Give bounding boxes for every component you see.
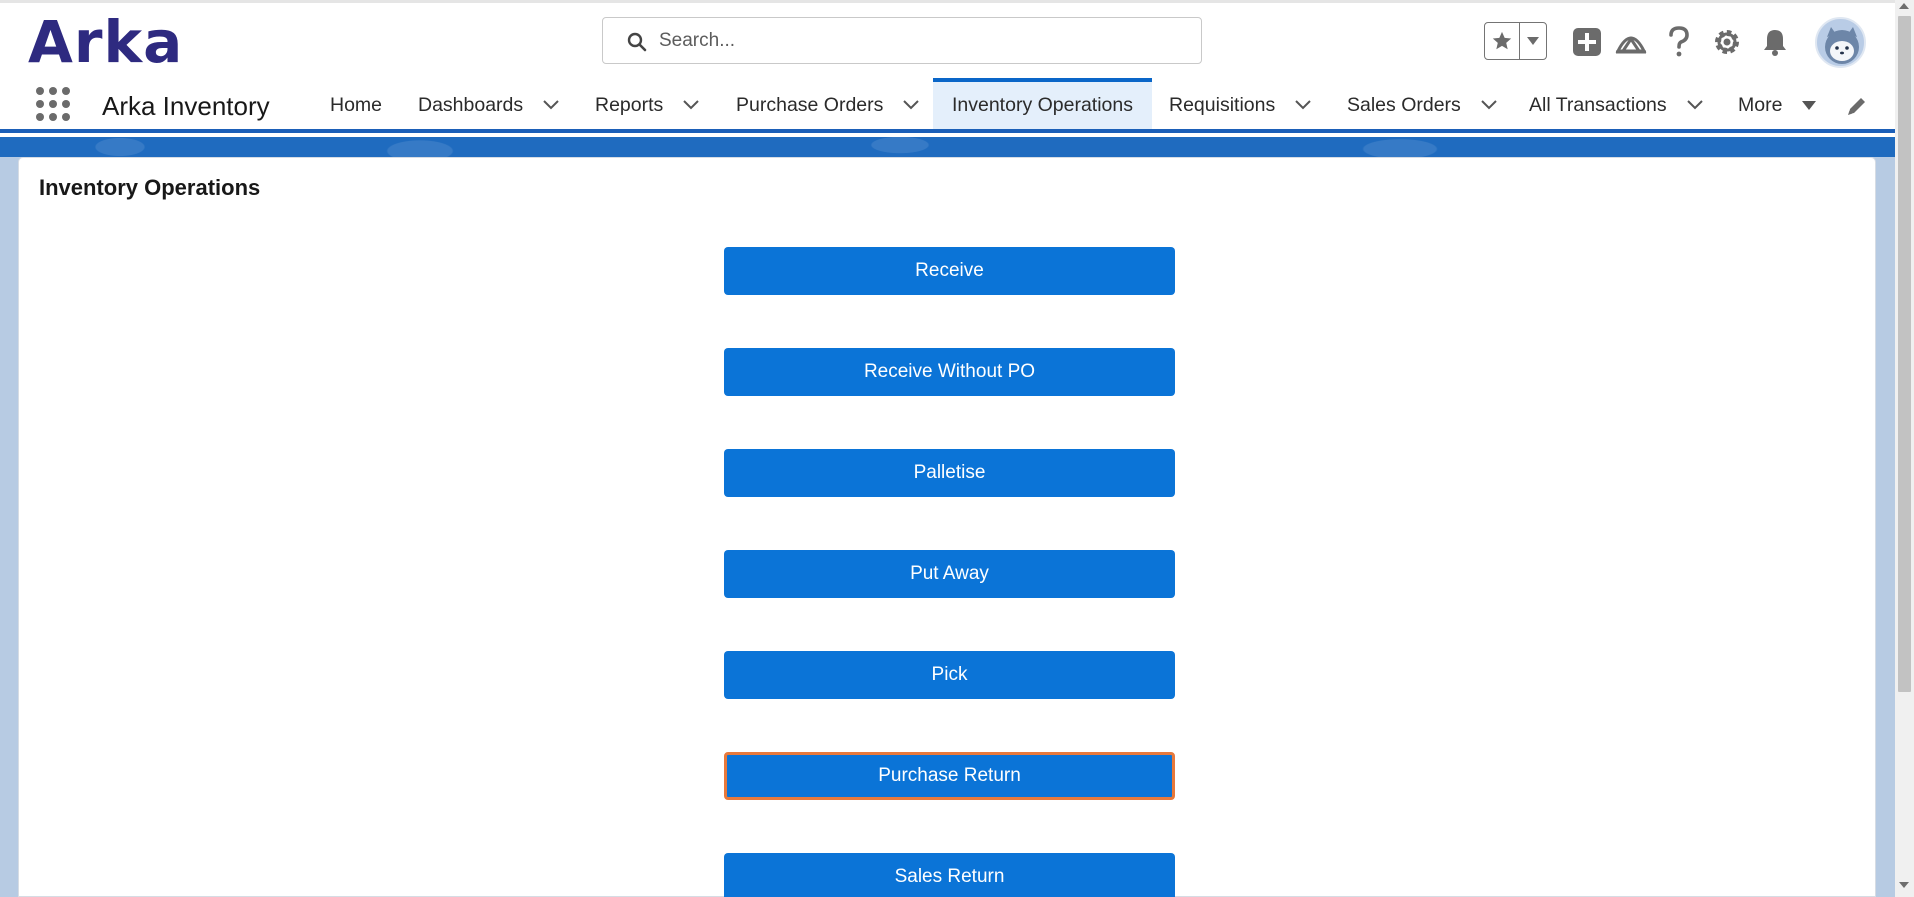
search-input[interactable] <box>659 26 1179 55</box>
nav-item-reports[interactable]: Reports <box>595 81 699 129</box>
chevron-down-icon[interactable] <box>903 100 920 110</box>
search-icon <box>627 32 647 52</box>
favorites-star-icon[interactable] <box>1485 23 1521 59</box>
chevron-down-icon[interactable] <box>1481 100 1497 110</box>
chevron-down-icon[interactable] <box>1686 100 1703 110</box>
nav-item-sales-orders[interactable]: Sales Orders <box>1347 81 1497 129</box>
nav-item-label: Home <box>330 93 383 116</box>
nav-item-requisitions[interactable]: Requisitions <box>1169 81 1311 129</box>
nav-item-label: Reports <box>595 93 664 116</box>
nav-item-label: Purchase Orders <box>736 93 884 116</box>
nav-item-home[interactable]: Home <box>330 81 382 129</box>
caret-down-icon[interactable] <box>1802 100 1817 110</box>
page-scrollbar[interactable] <box>1895 0 1914 897</box>
app-launcher-icon[interactable] <box>36 87 70 121</box>
nav-item-label: Dashboards <box>418 93 524 116</box>
page-title: Inventory Operations <box>39 175 261 200</box>
help-icon[interactable] <box>1662 25 1696 59</box>
inventory-operations-card: Inventory Operations Receive Receive Wit… <box>18 157 1876 897</box>
favorites-group <box>1484 22 1547 60</box>
notifications-bell-icon[interactable] <box>1758 25 1792 59</box>
arka-logo[interactable]: Arka <box>28 11 183 73</box>
palletise-button[interactable]: Palletise <box>724 449 1175 497</box>
nav-item-label: Inventory Operations <box>951 94 1133 116</box>
edit-nav-pencil-icon[interactable] <box>1846 95 1868 122</box>
purchase-return-button[interactable]: Purchase Return <box>724 752 1175 800</box>
pick-button[interactable]: Pick <box>724 651 1175 699</box>
nav-item-label: All Transactions <box>1529 93 1667 116</box>
app-name: Arka Inventory <box>102 91 270 121</box>
user-avatar[interactable] <box>1815 17 1866 68</box>
receive-button[interactable]: Receive <box>724 247 1175 295</box>
chevron-down-icon[interactable] <box>543 100 559 110</box>
nav-item-label: More <box>1738 93 1783 116</box>
favorites-dropdown-icon[interactable] <box>1520 23 1546 59</box>
scrollbar-thumb[interactable] <box>1898 16 1911 692</box>
chevron-down-icon[interactable] <box>683 100 699 110</box>
nav-item-label: Sales Orders <box>1347 93 1461 116</box>
trailhead-icon[interactable] <box>1614 25 1648 59</box>
chevron-down-icon[interactable] <box>1295 100 1311 110</box>
scroll-down-arrow-icon[interactable] <box>1899 882 1909 888</box>
setup-gear-icon[interactable] <box>1710 25 1744 59</box>
global-add-icon[interactable] <box>1570 25 1604 59</box>
sales-return-button[interactable]: Sales Return <box>724 853 1175 897</box>
put-away-button[interactable]: Put Away <box>724 550 1175 598</box>
global-header: Arka <box>0 3 1895 81</box>
nav-item-purchase-orders[interactable]: Purchase Orders <box>736 81 920 129</box>
nav-item-inventory-operations[interactable]: Inventory Operations <box>933 78 1152 129</box>
app-navigation-bar: Arka Inventory Home Dashboards Reports P… <box>0 78 1895 133</box>
nav-item-more[interactable]: More <box>1738 81 1817 129</box>
receive-without-po-button[interactable]: Receive Without PO <box>724 348 1175 396</box>
nav-item-all-transactions[interactable]: All Transactions <box>1529 81 1703 129</box>
global-search[interactable] <box>602 17 1202 64</box>
nav-item-label: Requisitions <box>1169 93 1276 116</box>
scroll-up-arrow-icon[interactable] <box>1899 3 1909 9</box>
nav-item-dashboards[interactable]: Dashboards <box>418 81 559 129</box>
